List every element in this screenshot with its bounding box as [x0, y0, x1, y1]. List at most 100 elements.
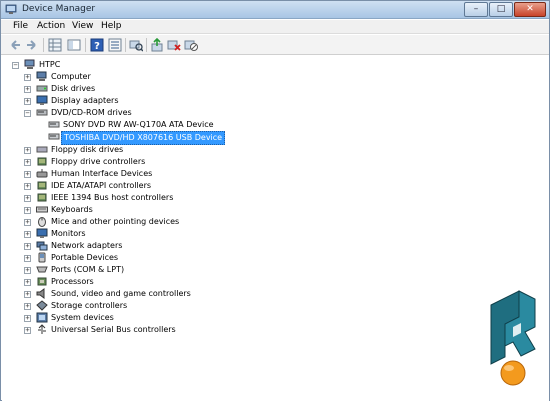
expand-toggle[interactable]: + — [24, 98, 31, 105]
device-label: SONY DVD RW AW-Q170A ATA Device — [63, 120, 214, 129]
tree-category[interactable]: + Universal Serial Bus controllers — [2, 324, 302, 336]
tree-category[interactable]: + Display adapters — [2, 95, 302, 107]
expand-toggle[interactable]: + — [24, 315, 31, 322]
expand-toggle[interactable]: + — [24, 147, 31, 154]
category-label: Universal Serial Bus controllers — [51, 325, 176, 334]
tree-category[interactable]: − DVD/CD-ROM drives — [2, 107, 302, 119]
network-adapter-icon — [36, 241, 48, 251]
properties-grid-icon[interactable] — [48, 38, 62, 52]
monitor-icon — [36, 228, 48, 238]
category-label: Mice and other pointing devices — [51, 217, 180, 226]
tree-category[interactable]: + Ports (COM & LPT) — [2, 264, 302, 276]
close-button[interactable]: ✕ — [514, 2, 546, 17]
category-label: IEEE 1394 Bus host controllers — [51, 193, 174, 202]
tree-category[interactable]: + Computer — [2, 71, 302, 83]
menu-view[interactable]: View — [72, 21, 93, 31]
show-list-icon[interactable] — [108, 38, 122, 52]
tree-category[interactable]: + Human Interface Devices — [2, 168, 302, 180]
dvd-drive-icon — [36, 109, 48, 116]
menu-bar: File Action View Help — [1, 20, 549, 34]
tree-root[interactable]: − HTPC — [2, 59, 202, 71]
tree-category[interactable]: + Mice and other pointing devices — [2, 216, 302, 228]
expand-toggle[interactable]: + — [24, 171, 31, 178]
device-tree[interactable]: − HTPC + Computer + Disk drives + Displa… — [2, 56, 549, 401]
tree-category[interactable]: + Floppy drive controllers — [2, 156, 302, 168]
tree-category[interactable]: + Processors — [2, 276, 302, 288]
tree-category[interactable]: + System devices — [2, 312, 302, 324]
expand-toggle[interactable]: + — [24, 267, 31, 274]
category-label: Monitors — [51, 229, 86, 238]
category-label: Computer — [51, 72, 91, 81]
help-icon[interactable]: ? — [90, 38, 104, 52]
category-label: Ports (COM & LPT) — [51, 265, 125, 274]
tree-category[interactable]: + Network adapters — [2, 240, 302, 252]
ide-controller-icon — [37, 181, 47, 190]
floppy-controller-icon — [37, 157, 47, 166]
category-label: Human Interface Devices — [51, 169, 153, 178]
storage-controller-icon — [36, 300, 48, 311]
toolbar-separator — [85, 38, 86, 52]
tree-category[interactable]: + Floppy disk drives — [2, 144, 302, 156]
expand-toggle[interactable]: + — [24, 291, 31, 298]
computer-icon — [24, 59, 35, 69]
category-label: Floppy disk drives — [51, 145, 124, 154]
tree-category[interactable]: + Storage controllers — [2, 300, 302, 312]
hid-icon — [36, 169, 48, 178]
dvd-drive-icon — [48, 133, 60, 140]
show-hide-console-icon[interactable] — [67, 38, 81, 52]
tree-category[interactable]: + IEEE 1394 Bus host controllers — [2, 192, 302, 204]
tree-category[interactable]: + IDE ATA/ATAPI controllers — [2, 180, 302, 192]
expand-toggle[interactable]: + — [24, 303, 31, 310]
system-device-icon — [36, 312, 48, 323]
tree-category[interactable]: + Monitors — [2, 228, 302, 240]
ieee1394-icon — [37, 193, 47, 202]
menu-help[interactable]: Help — [101, 21, 122, 31]
expand-toggle[interactable]: + — [24, 255, 31, 262]
display-adapter-icon — [36, 95, 48, 105]
expand-toggle[interactable]: + — [24, 195, 31, 202]
category-label: System devices — [51, 313, 114, 322]
device-item-selected[interactable]: TOSHIBA DVD/HD X807616 USB Device — [2, 131, 322, 145]
toolbar: ? — [1, 35, 549, 55]
svg-text:?: ? — [94, 41, 100, 52]
expand-toggle[interactable]: + — [24, 243, 31, 250]
back-arrow-icon[interactable] — [8, 38, 22, 52]
scan-hardware-icon[interactable] — [129, 38, 143, 52]
floppy-drive-icon — [36, 146, 48, 153]
expand-toggle[interactable]: + — [24, 183, 31, 190]
tree-category[interactable]: + Disk drives — [2, 83, 302, 95]
tree-category[interactable]: + Portable Devices — [2, 252, 302, 264]
toolbar-separator — [43, 38, 44, 52]
device-item[interactable]: SONY DVD RW AW-Q170A ATA Device — [2, 119, 322, 131]
device-label: TOSHIBA DVD/HD X807616 USB Device — [61, 131, 226, 145]
computer-icon — [36, 71, 47, 81]
menu-action[interactable]: Action — [37, 21, 65, 31]
port-icon — [36, 266, 48, 273]
expand-toggle[interactable]: + — [24, 74, 31, 81]
disable-device-icon[interactable] — [184, 38, 198, 52]
category-label: Sound, video and game controllers — [51, 289, 191, 298]
title-bar[interactable]: Device Manager – □ ✕ — [1, 1, 549, 19]
tree-category[interactable]: + Sound, video and game controllers — [2, 288, 302, 300]
portable-device-icon — [38, 252, 46, 263]
expand-toggle[interactable]: + — [24, 159, 31, 166]
maximize-button[interactable]: □ — [489, 2, 513, 17]
minimize-button[interactable]: – — [464, 2, 488, 17]
update-driver-icon[interactable] — [150, 38, 164, 52]
expand-toggle[interactable]: + — [24, 219, 31, 226]
lr-logo-watermark — [490, 290, 536, 386]
tree-category[interactable]: + Keyboards — [2, 204, 302, 216]
collapse-toggle[interactable]: − — [12, 62, 19, 69]
expand-toggle[interactable]: + — [24, 231, 31, 238]
collapse-toggle[interactable]: − — [24, 110, 31, 117]
expand-toggle[interactable]: + — [24, 207, 31, 214]
expand-toggle[interactable]: + — [24, 279, 31, 286]
expand-toggle[interactable]: + — [24, 86, 31, 93]
forward-arrow-icon[interactable] — [25, 38, 39, 52]
processor-icon — [37, 277, 47, 286]
menu-file[interactable]: File — [13, 21, 28, 31]
expand-toggle[interactable]: + — [24, 327, 31, 334]
uninstall-device-icon[interactable] — [167, 38, 181, 52]
category-label: Display adapters — [51, 96, 119, 105]
category-label: Processors — [51, 277, 94, 286]
